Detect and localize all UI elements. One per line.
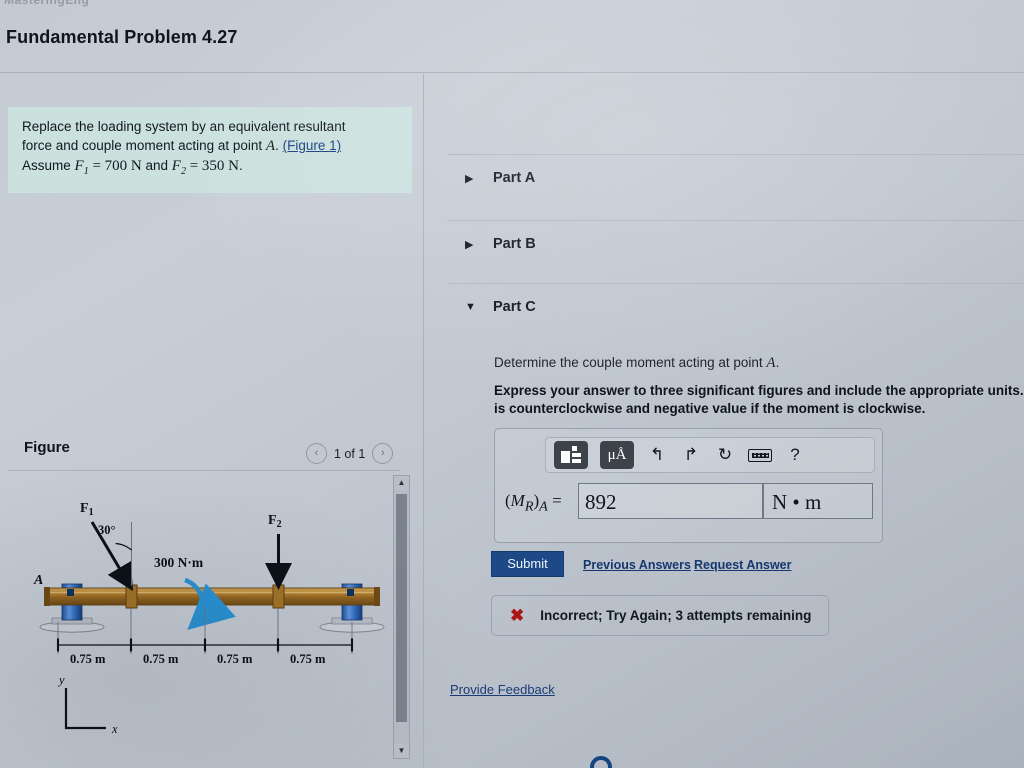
reset-icon[interactable]: ↻ (714, 445, 736, 465)
part-a-label: Part A (493, 170, 536, 186)
figure-1-link[interactable]: (Figure 1) (283, 138, 342, 153)
figure-scrollbar[interactable]: ▲ ▼ (393, 475, 410, 759)
dimension-label-4: 0.75 m (290, 652, 326, 666)
browser-tab-ghost-text: MasteringEng (4, 0, 90, 7)
answer-entry-panel: μÅ ↰ ↱ ↻ ? (MR)A = 892 N • m (494, 428, 883, 543)
problem-statement-box: Replace the loading system by an equival… (8, 107, 412, 193)
feedback-message: Incorrect; Try Again; 3 attempts remaini… (540, 608, 812, 623)
question-point-a: A (766, 355, 776, 371)
submit-button[interactable]: Submit (491, 551, 564, 577)
axis-label-y: y (57, 673, 65, 687)
feedback-banner: ✖ Incorrect; Try Again; 3 attempts remai… (491, 595, 829, 636)
axis-label-x: x (111, 722, 118, 736)
redo-icon[interactable]: ↱ (680, 445, 702, 465)
f1-variable: F1 (74, 158, 89, 177)
previous-answers-link[interactable]: Previous Answers (583, 558, 691, 572)
problem-line-3-end: . (239, 158, 243, 173)
application-screen: MasteringEng Fundamental Problem 4.27 Re… (0, 0, 1024, 768)
provide-feedback-link[interactable]: Provide Feedback (450, 682, 555, 697)
dimension-label-1: 0.75 m (70, 652, 106, 666)
scroll-down-arrow-icon[interactable]: ▼ (394, 744, 409, 758)
part-c-divider (447, 283, 1024, 284)
part-a-header[interactable]: ▶ Part A (465, 170, 535, 186)
figure-prev-button[interactable]: ‹ (306, 443, 327, 464)
chevron-right-icon[interactable]: ▶ (465, 172, 475, 185)
part-b-label: Part B (493, 236, 536, 252)
page-title: Fundamental Problem 4.27 (6, 27, 238, 47)
problem-statement-text: Replace the loading system by an equival… (22, 117, 400, 181)
request-answer-link[interactable]: Request Answer (694, 558, 791, 572)
question-text-b: . (775, 355, 780, 370)
units-button[interactable]: μÅ (600, 441, 634, 469)
beam-diagram-svg: A 30° F1 300 N·m F2 0.75 m 0.75 m 0.75 m… (33, 501, 385, 736)
problem-line-3-mid: and (141, 158, 172, 173)
help-icon[interactable]: ? (784, 445, 806, 465)
figure-next-button[interactable]: › (372, 443, 394, 464)
f2-variable: F2 (171, 158, 186, 177)
answer-units-field[interactable]: N • m (763, 483, 873, 519)
part-b-header[interactable]: ▶ Part B (465, 236, 536, 252)
instruction-line-1: Express your answer to three significant… (494, 383, 1024, 398)
figure-heading: Figure (24, 439, 70, 456)
error-x-icon: ✖ (510, 605, 525, 625)
dimension-label-3: 0.75 m (217, 652, 253, 666)
part-b-divider (447, 220, 1024, 221)
part-c-question: Determine the couple moment acting at po… (494, 355, 1024, 372)
browser-chrome-strip: MasteringEng (0, 0, 1024, 14)
loading-indicator-icon (590, 756, 612, 768)
point-a-variable: A (265, 138, 276, 154)
problem-line-2a: force and couple moment acting at point (22, 138, 266, 153)
figure-diagram: A 30° F1 300 N·m F2 0.75 m 0.75 m 0.75 m… (30, 492, 390, 747)
scrollbar-thumb[interactable] (396, 494, 407, 722)
template-grid-icon[interactable] (554, 441, 588, 469)
dimension-label-2: 0.75 m (143, 652, 179, 666)
keyboard-icon[interactable] (748, 448, 772, 462)
f2-value: = 350 N (185, 158, 239, 174)
figure-divider (8, 470, 400, 471)
math-toolbar: μÅ ↰ ↱ ↻ ? (545, 437, 875, 473)
header-divider (0, 72, 1024, 73)
label-force-f2: F2 (268, 513, 282, 530)
undo-icon[interactable]: ↰ (646, 445, 668, 465)
part-a-divider (447, 154, 1024, 155)
answer-input[interactable]: 892 (578, 483, 763, 519)
part-c-header[interactable]: ▼ Part C (465, 299, 536, 315)
figure-navigation: ‹ 1 of 1 › (306, 443, 394, 464)
part-c-instructions: Express your answer to three significant… (494, 382, 1024, 418)
problem-line-1: Replace the loading system by an equival… (22, 119, 346, 134)
problem-line-3a: Assume (22, 158, 75, 173)
chevron-right-icon[interactable]: ▶ (465, 238, 475, 251)
problem-line-2b: . (275, 138, 283, 153)
figure-counter: 1 of 1 (334, 446, 366, 461)
label-force-f1: F1 (80, 501, 94, 518)
instruction-line-2: is counterclockwise and negative value i… (494, 401, 926, 416)
scroll-up-arrow-icon[interactable]: ▲ (394, 476, 409, 490)
part-c-label: Part C (493, 299, 536, 315)
label-angle-30: 30° (98, 523, 116, 537)
chevron-down-icon[interactable]: ▼ (465, 301, 476, 313)
answer-label: (MR)A = (505, 491, 562, 515)
label-couple-moment: 300 N·m (154, 555, 204, 570)
f1-value: = 700 N (88, 158, 142, 174)
label-point-a: A (33, 573, 43, 588)
column-divider (423, 74, 424, 768)
question-text-a: Determine the couple moment acting at po… (494, 355, 767, 370)
